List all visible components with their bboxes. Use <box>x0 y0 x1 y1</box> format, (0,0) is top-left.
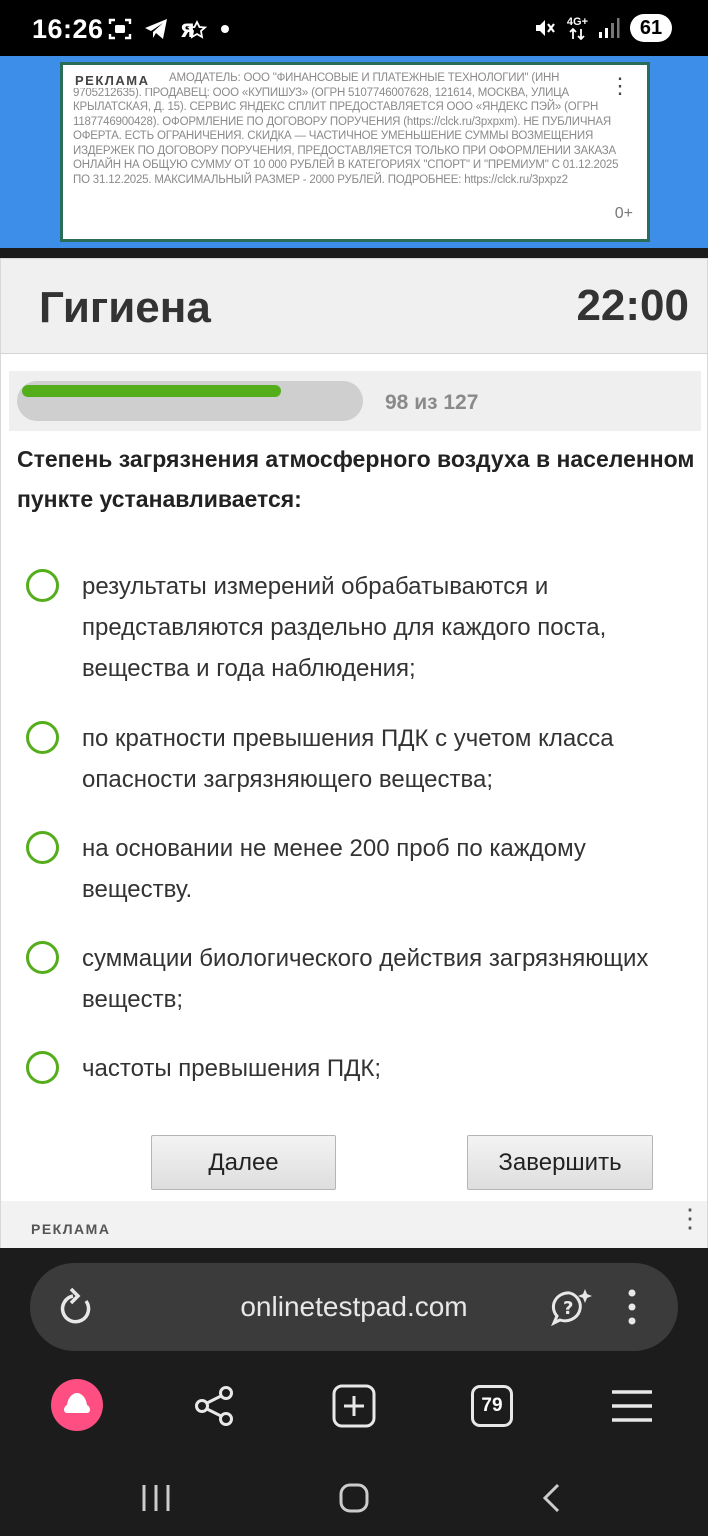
signal-icon <box>599 18 620 38</box>
ad-content[interactable]: АМОДАТЕЛЬ: ООО "ФИНАНСОВЫЕ И ПЛАТЕЖНЫЕ Т… <box>60 62 650 242</box>
tabs-button[interactable]: 79 <box>462 1376 522 1436</box>
address-bar[interactable]: onlinetestpad.com ? <box>30 1263 678 1351</box>
status-time: 16:26 <box>32 14 104 44</box>
radio-button[interactable] <box>26 721 59 754</box>
network-4g-icon: 4G+ <box>567 16 588 40</box>
ad-disclaimer-text: АМОДАТЕЛЬ: ООО "ФИНАНСОВЫЕ И ПЛАТЕЖНЫЕ Т… <box>73 72 619 186</box>
new-tab-icon[interactable] <box>324 1376 384 1436</box>
answer-label[interactable]: частоты превышения ПДК; <box>82 1048 682 1089</box>
ad-age-rating: 0+ <box>614 205 633 222</box>
question-text: Степень загрязнения атмосферного воздуха… <box>17 446 695 512</box>
answer-label[interactable]: суммации биологического действия загрязн… <box>82 938 682 1020</box>
radio-button[interactable] <box>26 941 59 974</box>
progress-bar-fill <box>22 385 281 397</box>
system-navigation-bar <box>0 1468 708 1528</box>
answer-label[interactable]: по кратности превышения ПДК с учетом кла… <box>82 718 682 800</box>
battery-indicator: 61 <box>630 14 672 42</box>
ad-label: РЕКЛАМА <box>75 73 154 88</box>
finish-button[interactable]: Завершить <box>467 1135 653 1190</box>
test-header: Гигиена 22:00 <box>1 259 707 354</box>
ad-more-icon[interactable]: ⋮ <box>677 1205 703 1231</box>
test-page: Гигиена 22:00 98 из 127 Степень загрязне… <box>0 258 708 1249</box>
ad-more-icon[interactable]: ⋮ <box>609 73 631 99</box>
browser-nav-row: 79 <box>0 1376 708 1436</box>
ad-banner-bottom[interactable]: РЕКЛАМА ⋮ <box>1 1201 707 1249</box>
mute-icon <box>535 20 555 36</box>
svg-text:?: ? <box>563 1298 573 1319</box>
menu-icon[interactable] <box>602 1376 662 1436</box>
more-vert-icon[interactable] <box>626 1287 638 1327</box>
tab-count: 79 <box>481 1395 503 1416</box>
recent-apps-icon[interactable] <box>140 1482 172 1514</box>
share-icon[interactable] <box>184 1376 244 1436</box>
screen-record-icon <box>108 18 132 40</box>
next-button[interactable]: Далее <box>151 1135 336 1190</box>
status-system-icons: 4G+ 61 <box>533 14 672 42</box>
progress-section: 98 из 127 <box>9 371 701 431</box>
status-notification-icons: Я <box>108 18 230 40</box>
answer-label[interactable]: на основании не менее 200 проб по каждом… <box>82 828 682 910</box>
radio-button[interactable] <box>26 1051 59 1084</box>
ad-label: РЕКЛАМА <box>31 1221 111 1237</box>
answer-label[interactable]: результаты измерений обрабатываются и пр… <box>82 566 682 689</box>
progress-counter: 98 из 127 <box>385 391 479 414</box>
radio-button[interactable] <box>26 831 59 864</box>
yandex-icon: Я <box>180 19 208 40</box>
test-timer: 22:00 <box>576 281 689 330</box>
home-icon[interactable] <box>338 1482 370 1514</box>
ad-banner-top[interactable]: АМОДАТЕЛЬ: ООО "ФИНАНСОВЫЕ И ПЛАТЕЖНЫЕ Т… <box>0 56 708 248</box>
dot-icon <box>221 25 229 33</box>
browser-toolbar: onlinetestpad.com ? 79 <box>0 1248 708 1536</box>
back-icon[interactable] <box>540 1482 564 1514</box>
ai-assistant-icon[interactable]: ? <box>550 1287 594 1327</box>
radio-button[interactable] <box>26 569 59 602</box>
telegram-icon <box>145 19 167 39</box>
test-title: Гигиена <box>39 283 211 332</box>
status-bar: 16:26 Я 4G+ 61 <box>0 0 708 56</box>
